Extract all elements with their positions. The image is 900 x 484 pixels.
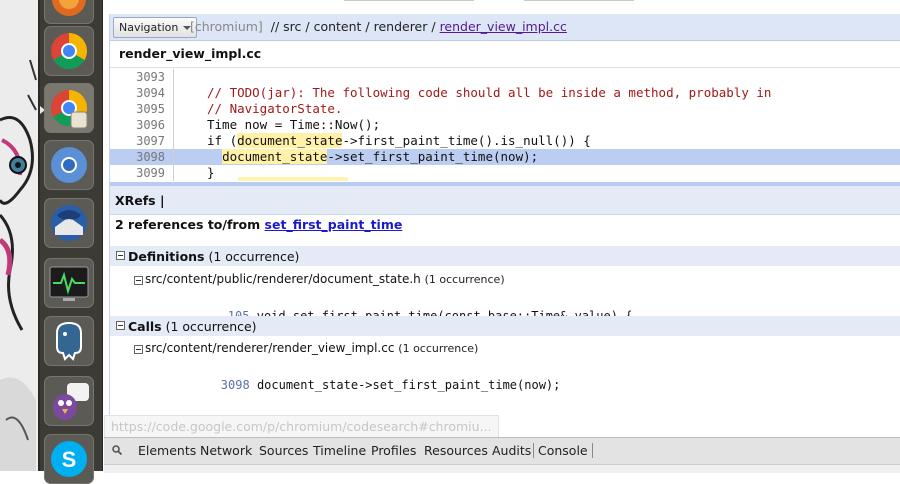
devtools-panel: Elements Network Sources Timeline Profil… — [104, 437, 900, 473]
calls-code-line[interactable]: 3098 document_state->set_first_paint_tim… — [163, 364, 561, 406]
system-monitor-icon[interactable] — [44, 258, 94, 308]
pidgin-icon[interactable] — [44, 376, 94, 426]
code-line[interactable]: 3097 if (document_state->first_paint_time… — [110, 133, 900, 149]
navigation-dropdown-label: Navigation — [119, 21, 179, 34]
devtools-tab-timeline[interactable]: Timeline — [313, 443, 366, 458]
postgresql-icon[interactable] — [44, 316, 94, 366]
code-line[interactable]: 3093 — [110, 69, 900, 85]
devtools-tab-profiles[interactable]: Profiles — [371, 443, 416, 458]
devtools-tab-elements[interactable]: Elements — [138, 443, 196, 458]
symbol-reference[interactable]: document_state — [222, 149, 328, 164]
chrome-icon[interactable] — [44, 26, 94, 76]
thunderbird-icon[interactable] — [44, 198, 94, 248]
line-code: document_state->set_first_paint_time(now… — [207, 149, 538, 165]
breadcrumb: [chromium] // src / content / renderer /… — [190, 19, 567, 34]
code-line[interactable]: 3096 Time now = Time::Now(); — [110, 117, 900, 133]
xrefs-header: XRefs | — [110, 186, 900, 215]
gutter-separator — [173, 101, 174, 117]
line-code: if (document_state->first_paint_time().i… — [207, 133, 591, 149]
gutter-separator — [173, 149, 174, 165]
code-fragment: ->first_paint_time().is_null()) { — [342, 133, 591, 148]
app-launcher: S — [40, 0, 103, 484]
collapse-toggle-icon[interactable] — [116, 321, 125, 330]
line-number[interactable]: 3094 — [110, 85, 165, 101]
code-line[interactable]: 3094 // TODO(jar): The following code sho… — [110, 85, 900, 101]
code-search-panel: Navigation [chromium] // src / content /… — [109, 14, 900, 434]
chrome-icon[interactable] — [44, 83, 94, 133]
xrefs-summary: 2 references to/from set_first_paint_tim… — [115, 217, 402, 232]
xrefs-summary-text: 2 references to/from — [115, 217, 261, 232]
collapse-toggle-icon[interactable] — [134, 276, 143, 285]
line-code: } — [207, 165, 215, 180]
line-number[interactable]: 3095 — [110, 101, 165, 117]
line-number[interactable]: 3097 — [110, 133, 165, 149]
definitions-section-header[interactable]: Definitions (1 occurrence) — [110, 246, 900, 266]
gutter-separator — [173, 69, 174, 85]
line-number[interactable]: 3096 — [110, 117, 165, 133]
line-number[interactable]: 3093 — [110, 69, 165, 85]
file-title: render_view_impl.cc — [119, 46, 262, 61]
chromium-icon[interactable] — [44, 140, 94, 190]
skype-icon[interactable]: S — [44, 434, 94, 484]
partial-reference-highlight — [238, 177, 348, 181]
top-scroll-edge — [104, 0, 900, 14]
devtools-tab-sources[interactable]: Sources — [259, 443, 308, 458]
line-number[interactable]: 3098 — [110, 149, 165, 165]
breadcrumb-file-link[interactable]: render_view_impl.cc — [440, 19, 567, 34]
gutter-separator — [173, 117, 174, 133]
gutter-separator — [173, 133, 174, 149]
devtools-console-strip — [104, 464, 900, 473]
symbol-reference[interactable]: document_state — [237, 133, 343, 148]
breadcrumb-path[interactable]: // src / content / renderer / — [271, 19, 436, 34]
status-bar-url: https://code.google.com/p/chromium/codes… — [104, 415, 499, 439]
devtools-tab-audits[interactable]: Audits — [492, 443, 531, 458]
code-fragment: if ( — [207, 133, 238, 148]
firefox-icon[interactable] — [44, 0, 94, 24]
definitions-title: Definitions (1 occurrence) — [128, 249, 300, 264]
code-fragment: ->set_first_paint_time(now); — [327, 149, 539, 164]
wallpaper-art — [0, 0, 38, 471]
line-code: // TODO(jar): The following code should … — [207, 85, 772, 100]
search-icon[interactable] — [112, 445, 122, 455]
browser-page: Navigation [chromium] // src / content /… — [104, 0, 900, 473]
code-line[interactable]: 3099} — [110, 165, 900, 181]
calls-title: Calls (1 occurrence) — [128, 319, 257, 334]
svg-text:S: S — [62, 447, 77, 472]
calls-section-header[interactable]: Calls (1 occurrence) — [110, 316, 900, 336]
devtools-tab-console[interactable]: Console — [533, 443, 593, 458]
gutter-separator — [173, 85, 174, 101]
xrefs-title: XRefs | — [115, 193, 165, 208]
code-fragment — [207, 149, 222, 164]
collapse-toggle-icon[interactable] — [116, 251, 125, 260]
line-number[interactable]: 3098 — [221, 378, 250, 392]
devtools-tab-resources[interactable]: Resources — [424, 443, 488, 458]
code-line-highlighted[interactable]: 3098 document_state->set_first_paint_tim… — [110, 149, 900, 165]
desktop-wallpaper — [0, 0, 40, 471]
file-header: render_view_impl.cc — [110, 41, 900, 68]
definitions-file-name[interactable]: src/content/public/renderer/document_sta… — [145, 272, 505, 286]
code-line[interactable]: 3095 // NavigatorState. — [110, 101, 900, 117]
line-code: Time now = Time::Now(); — [207, 117, 381, 132]
xrefs-panel: XRefs | 2 references to/from set_first_p… — [110, 186, 900, 434]
code-view[interactable]: 3093 3094 // TODO(jar): The following code… — [110, 69, 900, 181]
gutter-separator — [173, 165, 174, 181]
devtools-tabbar: Elements Network Sources Timeline Profil… — [104, 438, 900, 463]
calls-file-name[interactable]: src/content/renderer/render_view_impl.cc… — [145, 341, 478, 355]
line-code: document_state->set_first_paint_time(now… — [256, 378, 561, 392]
breadcrumb-project[interactable]: [chromium] — [190, 19, 263, 34]
collapse-toggle-icon[interactable] — [134, 345, 143, 354]
line-number[interactable]: 3099 — [110, 165, 165, 181]
navigation-bar: Navigation [chromium] // src / content /… — [110, 14, 900, 41]
devtools-tab-network[interactable]: Network — [200, 443, 252, 458]
line-code: // NavigatorState. — [207, 101, 343, 116]
navigation-dropdown[interactable]: Navigation — [113, 17, 198, 38]
xrefs-symbol-link[interactable]: set_first_paint_time — [265, 217, 403, 232]
